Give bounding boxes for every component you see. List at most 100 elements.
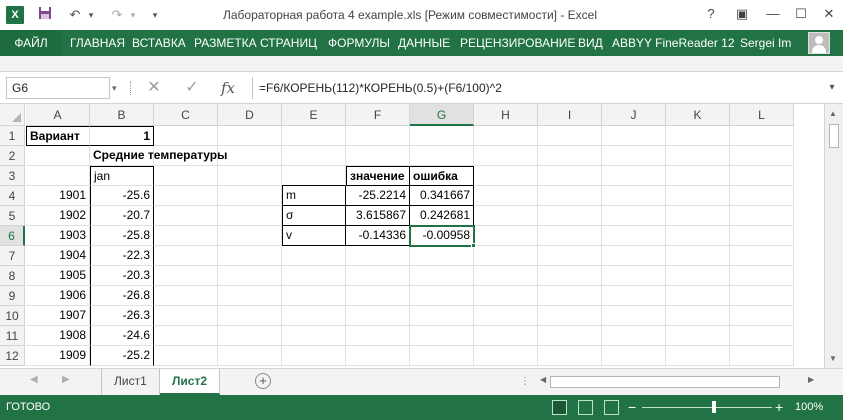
cell-h3[interactable]	[474, 166, 538, 186]
cell-k9[interactable]	[666, 286, 730, 306]
cell-h10[interactable]	[474, 306, 538, 326]
cell-b5[interactable]: -20.7	[90, 206, 154, 226]
add-sheet-icon[interactable]: +	[255, 373, 271, 389]
cell-l7[interactable]	[730, 246, 794, 266]
cell-i5[interactable]	[538, 206, 602, 226]
minimize-button[interactable]: —	[762, 4, 784, 24]
cell-h8[interactable]	[474, 266, 538, 286]
cell-e9[interactable]	[282, 286, 346, 306]
cell-c12[interactable]	[154, 346, 218, 366]
horizontal-scroll-thumb[interactable]	[550, 376, 780, 388]
cell-g1[interactable]	[410, 126, 474, 146]
tab-home[interactable]: ГЛАВНАЯ	[70, 30, 125, 56]
cell-l8[interactable]	[730, 266, 794, 286]
cell-a11[interactable]: 1908	[26, 326, 90, 346]
scroll-left-icon[interactable]: ◀	[540, 375, 546, 384]
column-header-a[interactable]: A	[26, 104, 90, 126]
excel-logo-icon[interactable]: X	[6, 6, 24, 24]
cell-f12[interactable]	[346, 346, 410, 366]
cell-a2[interactable]	[26, 146, 90, 166]
cell-a7[interactable]: 1904	[26, 246, 90, 266]
page-layout-view-icon[interactable]	[578, 400, 593, 415]
save-icon[interactable]	[36, 6, 54, 24]
row-header-1[interactable]: 1	[0, 126, 25, 146]
cell-f4[interactable]: -25.2214	[346, 186, 410, 206]
cell-j12[interactable]	[602, 346, 666, 366]
cell-g12[interactable]	[410, 346, 474, 366]
cell-k5[interactable]	[666, 206, 730, 226]
column-header-i[interactable]: I	[538, 104, 602, 126]
cell-c7[interactable]	[154, 246, 218, 266]
column-header-l[interactable]: L	[730, 104, 794, 126]
cell-j9[interactable]	[602, 286, 666, 306]
cell-a10[interactable]: 1907	[26, 306, 90, 326]
close-button[interactable]: ✕	[818, 4, 840, 24]
cell-f3[interactable]: значение	[346, 166, 410, 186]
page-break-view-icon[interactable]	[604, 400, 619, 415]
cell-d7[interactable]	[218, 246, 282, 266]
redo-dropdown-icon[interactable]: ▾	[124, 6, 142, 24]
user-avatar-icon[interactable]	[808, 32, 830, 54]
insert-function-icon[interactable]: fx	[216, 77, 240, 99]
cell-c6[interactable]	[154, 226, 218, 246]
cell-d11[interactable]	[218, 326, 282, 346]
row-header-3[interactable]: 3	[0, 166, 25, 186]
cell-i11[interactable]	[538, 326, 602, 346]
cell-i8[interactable]	[538, 266, 602, 286]
cell-f8[interactable]	[346, 266, 410, 286]
cell-b10[interactable]: -26.3	[90, 306, 154, 326]
cell-i7[interactable]	[538, 246, 602, 266]
cell-e7[interactable]	[282, 246, 346, 266]
cell-d6[interactable]	[218, 226, 282, 246]
tab-data[interactable]: ДАННЫЕ	[398, 30, 450, 56]
cell-k7[interactable]	[666, 246, 730, 266]
cell-l10[interactable]	[730, 306, 794, 326]
cell-a5[interactable]: 1902	[26, 206, 90, 226]
vertical-scroll-thumb[interactable]	[829, 124, 839, 148]
cell-a1[interactable]: Вариант	[26, 126, 90, 146]
row-header-10[interactable]: 10	[0, 306, 25, 326]
cell-h6[interactable]	[474, 226, 538, 246]
row-header-4[interactable]: 4	[0, 186, 25, 206]
cell-b8[interactable]: -20.3	[90, 266, 154, 286]
formula-input[interactable]: =F6/КОРЕНЬ(112)*КОРЕНЬ(0.5)+(F6/100)^2	[252, 77, 822, 99]
cancel-icon[interactable]: ✕	[142, 77, 166, 99]
tab-abbyy[interactable]: ABBYY FineReader 12	[612, 30, 735, 56]
cell-h12[interactable]	[474, 346, 538, 366]
cell-k2[interactable]	[666, 146, 730, 166]
zoom-level[interactable]: 100%	[795, 395, 823, 420]
cell-j2[interactable]	[602, 146, 666, 166]
vertical-scrollbar[interactable]: ▲ ▼	[824, 104, 843, 368]
cell-g10[interactable]	[410, 306, 474, 326]
tab-split-handle-icon[interactable]: ⋮	[520, 376, 530, 387]
cell-d10[interactable]	[218, 306, 282, 326]
cell-c5[interactable]	[154, 206, 218, 226]
cell-b7[interactable]: -22.3	[90, 246, 154, 266]
cell-g8[interactable]	[410, 266, 474, 286]
cell-f10[interactable]	[346, 306, 410, 326]
cell-f6[interactable]: -0.14336	[346, 226, 410, 246]
row-header-5[interactable]: 5	[0, 206, 25, 226]
cell-e8[interactable]	[282, 266, 346, 286]
cell-e3[interactable]	[282, 166, 346, 186]
cell-j4[interactable]	[602, 186, 666, 206]
cell-c3[interactable]	[154, 166, 218, 186]
cell-c11[interactable]	[154, 326, 218, 346]
sheet-prev-icon[interactable]: ◀	[30, 374, 38, 385]
cell-h11[interactable]	[474, 326, 538, 346]
cell-e6[interactable]: v	[282, 226, 346, 246]
select-all-button[interactable]	[0, 104, 25, 126]
column-header-j[interactable]: J	[602, 104, 666, 126]
cell-e11[interactable]	[282, 326, 346, 346]
cell-h1[interactable]	[474, 126, 538, 146]
cell-a8[interactable]: 1905	[26, 266, 90, 286]
customize-toolbar-icon[interactable]: ▾	[146, 6, 164, 24]
cell-b3[interactable]: jan	[90, 166, 154, 186]
cell-c1[interactable]	[154, 126, 218, 146]
cell-a12[interactable]: 1909	[26, 346, 90, 366]
scroll-right-icon[interactable]: ▶	[808, 375, 814, 384]
cell-g3[interactable]: ошибка	[410, 166, 474, 186]
cell-j8[interactable]	[602, 266, 666, 286]
cell-a9[interactable]: 1906	[26, 286, 90, 306]
cell-g2[interactable]	[410, 146, 474, 166]
